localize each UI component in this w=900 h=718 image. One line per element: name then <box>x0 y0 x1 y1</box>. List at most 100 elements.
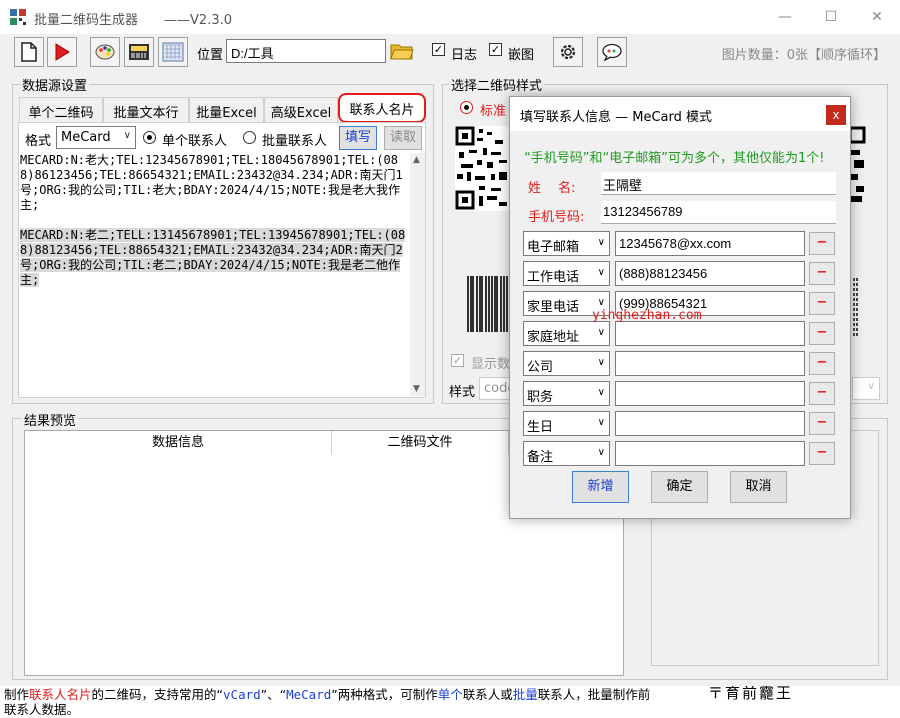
window-title: 批量二维码生成器 ——V2.3.0 <box>34 13 233 28</box>
field-row-note: 备注 ∨ − <box>523 441 843 467</box>
title-bar: 批量二维码生成器 ——V2.3.0 — ☐ ✕ <box>0 0 900 34</box>
remove-field-button[interactable]: − <box>809 412 835 435</box>
chevron-down-icon: ∨ <box>597 327 605 338</box>
textarea-scrollbar[interactable]: ▲ ▼ <box>410 153 425 396</box>
field-type-select[interactable]: 职务 ∨ <box>523 381 610 406</box>
format-label: 格式 <box>25 134 52 149</box>
field-row-work-phone: 工作电话 ∨ (888)88123456 − <box>523 261 843 287</box>
field-value-input[interactable]: (888)88123456 <box>615 261 805 286</box>
show-data-checkbox[interactable]: ✓ <box>451 354 464 367</box>
field-row-title: 职务 ∨ − <box>523 381 843 407</box>
chevron-down-icon: ∨ <box>597 387 605 398</box>
maximize-button[interactable]: ☐ <box>808 0 854 34</box>
field-type-select[interactable]: 工作电话 ∨ <box>523 261 610 286</box>
close-window-button[interactable]: ✕ <box>854 0 900 34</box>
dialog-close-button[interactable]: x <box>826 105 846 125</box>
tab-single-qr[interactable]: 单个二维码 <box>19 97 103 122</box>
status-bar: 制作联系人名片的二维码，支持常用的“vCard”、“MeCard”两种格式，可制… <box>0 686 900 718</box>
tab-contact-card[interactable]: 联系人名片 <box>338 93 426 123</box>
barcode-button[interactable] <box>124 37 154 67</box>
field-value-input[interactable] <box>615 441 805 466</box>
toolbar: 位置 D:/工具 ✓ 日志 ✓ 嵌图 图片数量：0张【顺序循环】 <box>0 34 900 70</box>
embed-label: 嵌图 <box>508 48 535 63</box>
qrstyle-title: 选择二维码样式 <box>449 75 545 94</box>
tab-batch-excel[interactable]: 批量Excel <box>189 97 264 122</box>
image-grid-button[interactable] <box>158 37 188 67</box>
ok-button[interactable]: 确定 <box>651 471 708 503</box>
palette-icon <box>95 44 115 60</box>
qr-preview-icon <box>455 126 510 211</box>
mecard-text-1: MECARD:N:老大;TEL:12345678901;TEL:18045678… <box>20 153 403 212</box>
field-row-email: 电子邮箱 ∨ 12345678@xx.com − <box>523 231 843 257</box>
field-value-input[interactable]: 12345678@xx.com <box>615 231 805 256</box>
remove-field-button[interactable]: − <box>809 322 835 345</box>
run-button[interactable] <box>47 37 77 67</box>
tab-advanced-excel[interactable]: 高级Excel <box>264 97 338 122</box>
field-value-input[interactable] <box>615 321 805 346</box>
embed-checkbox[interactable]: ✓ <box>489 43 502 56</box>
location-input[interactable]: D:/工具 <box>226 39 386 63</box>
mobile-label: 手机号码: <box>528 210 585 225</box>
log-label: 日志 <box>451 48 478 63</box>
remove-field-button[interactable]: − <box>809 232 835 255</box>
remove-field-button[interactable]: − <box>809 292 835 315</box>
remove-field-button[interactable]: − <box>809 352 835 375</box>
show-data-label: 显示数 <box>471 357 511 372</box>
field-value-input[interactable] <box>615 411 805 436</box>
name-input[interactable]: 王隔壁 <box>601 172 836 195</box>
status-text: 制作联系人名片的二维码，支持常用的“vCard”、“MeCard”两种格式，可制… <box>4 687 651 702</box>
read-button[interactable]: 读取 <box>384 126 422 150</box>
add-field-button[interactable]: 新增 <box>572 471 629 503</box>
style-label: 样式 <box>449 385 476 400</box>
single-contact-radio[interactable] <box>143 131 156 144</box>
remove-field-button[interactable]: − <box>809 382 835 405</box>
gear-icon <box>560 44 576 60</box>
field-type-select[interactable]: 公司 ∨ <box>523 351 610 376</box>
dialog-title: 填写联系人信息 — MeCard 模式 <box>510 97 850 131</box>
play-icon <box>55 43 70 61</box>
field-type-value: 电子邮箱 <box>527 240 580 255</box>
fill-button[interactable]: 填写 <box>339 126 377 150</box>
chevron-down-icon: ∨ <box>597 417 605 428</box>
chat-button[interactable] <box>597 37 627 67</box>
field-value-input[interactable] <box>615 381 805 406</box>
field-type-value: 备注 <box>527 450 554 465</box>
standard-style-radio[interactable] <box>460 101 473 114</box>
format-select[interactable]: MeCard ∨ <box>56 126 136 149</box>
chat-icon <box>602 43 622 62</box>
field-type-value: 家里电话 <box>527 300 580 315</box>
watermark-text: yinghezhan.com <box>592 308 702 323</box>
field-type-select[interactable]: 家庭地址 ∨ <box>523 321 610 346</box>
batch-contact-radio[interactable] <box>243 131 256 144</box>
field-type-value: 生日 <box>527 420 554 435</box>
field-type-select[interactable]: 备注 ∨ <box>523 441 610 466</box>
mobile-input[interactable]: 13123456789 <box>601 201 836 224</box>
tab-batch-text[interactable]: 批量文本行 <box>103 97 189 122</box>
chevron-down-icon: ∨ <box>867 381 875 392</box>
image-count-label: 图片数量：0张【顺序循环】 <box>721 48 886 63</box>
contact-data-textarea[interactable]: MECARD:N:老大;TEL:12345678901;TEL:18045678… <box>20 153 411 396</box>
scroll-up-icon: ▲ <box>413 155 420 165</box>
browse-folder-button[interactable] <box>389 38 415 64</box>
chevron-down-icon: ∨ <box>597 297 605 308</box>
remove-field-button[interactable]: − <box>809 262 835 285</box>
field-type-select[interactable]: 生日 ∨ <box>523 411 610 436</box>
settings-button[interactable] <box>553 37 583 67</box>
contact-dialog: 填写联系人信息 — MeCard 模式 x “手机号码”和“电子邮箱”可为多个，… <box>509 96 851 519</box>
new-file-button[interactable] <box>14 37 44 67</box>
field-type-value: 工作电话 <box>527 270 580 285</box>
scroll-down-icon: ▼ <box>413 384 420 394</box>
style-select-right[interactable]: ∨ <box>852 377 880 400</box>
field-type-select[interactable]: 电子邮箱 ∨ <box>523 231 610 256</box>
name-label: 姓 名: <box>528 181 576 196</box>
cancel-button[interactable]: 取消 <box>730 471 787 503</box>
results-col-file: 二维码文件 <box>332 431 509 455</box>
minimize-button[interactable]: — <box>762 0 808 34</box>
results-title: 结果预览 <box>22 410 79 429</box>
results-col-data: 数据信息 <box>25 431 332 455</box>
remove-field-button[interactable]: − <box>809 442 835 465</box>
log-checkbox[interactable]: ✓ <box>432 43 445 56</box>
batch-contact-label: 批量联系人 <box>262 134 328 149</box>
field-value-input[interactable] <box>615 351 805 376</box>
color-palette-button[interactable] <box>90 37 120 67</box>
